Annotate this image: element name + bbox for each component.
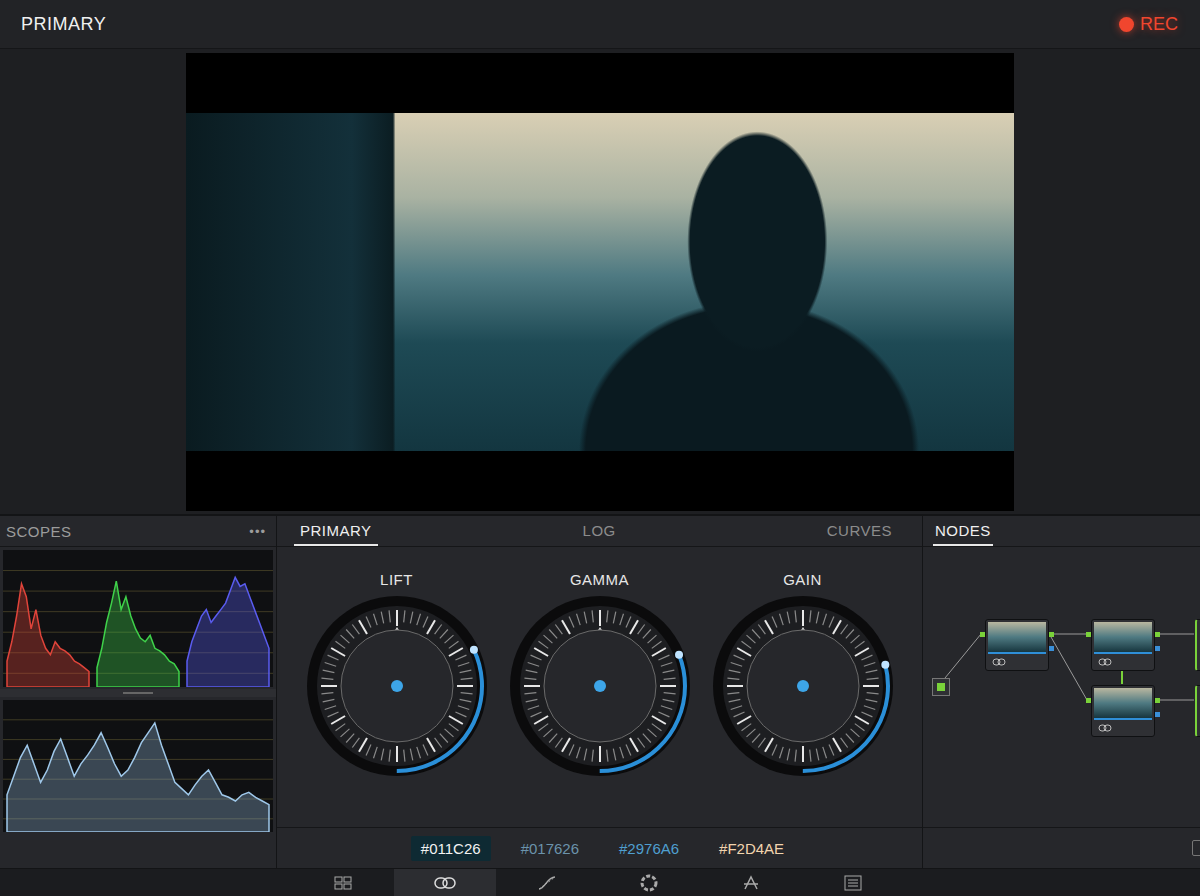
wheel-dial[interactable]	[711, 594, 895, 778]
color-swatch[interactable]: #017626	[511, 836, 589, 861]
parade-series	[7, 584, 89, 687]
clips-icon	[333, 875, 353, 891]
viewer	[0, 49, 1200, 514]
scopes-header: SCOPES •••	[0, 516, 276, 547]
tab[interactable]: CURVES	[821, 516, 898, 546]
control-panel: SCOPES ••• PRIMARY LOG CURVES LIFT GAMMA GAIN #0…	[0, 514, 1200, 868]
link-icon	[1098, 658, 1112, 666]
scopes-panel: SCOPES •••	[0, 516, 276, 868]
curves-icon	[537, 875, 557, 891]
color-wheel: GAIN	[711, 571, 895, 778]
node-input-pin	[980, 632, 985, 637]
node-footer	[1094, 718, 1152, 736]
link-icon	[992, 658, 1006, 666]
node-thumbnail	[1094, 622, 1152, 652]
tool-button[interactable]	[394, 869, 496, 896]
tool-button[interactable]	[496, 869, 598, 896]
parade-chart	[3, 550, 273, 687]
wheel-label: LIFT	[380, 571, 413, 588]
node-input-pin	[1086, 698, 1091, 703]
video-image	[186, 113, 1014, 451]
tool-bar	[0, 868, 1200, 896]
node-graph	[923, 547, 1200, 827]
color-wheel: GAMMA	[508, 571, 692, 778]
wheel-dial[interactable]	[508, 594, 692, 778]
node-output-pin	[1155, 632, 1160, 637]
record-button[interactable]: REC	[1119, 14, 1178, 35]
link-icon	[1098, 724, 1112, 732]
color-swatch[interactable]: #011C26	[411, 836, 491, 861]
tracker-icon	[742, 874, 760, 892]
tool-button[interactable]	[802, 869, 904, 896]
waveform-series	[7, 723, 269, 832]
scope-divider[interactable]	[0, 689, 276, 697]
nodes-tab[interactable]: NODES	[933, 517, 993, 546]
wheel-level-arc	[508, 594, 692, 778]
wheel-label: GAMMA	[570, 571, 629, 588]
grade-node[interactable]	[1195, 619, 1200, 671]
checkbox-icon[interactable]	[1192, 840, 1200, 856]
wheel-label: GAIN	[783, 571, 822, 588]
nodes-header: NODES	[923, 516, 1200, 547]
node-output-pin	[1049, 632, 1054, 637]
record-label: REC	[1140, 14, 1178, 35]
grade-node[interactable]	[1195, 685, 1200, 737]
list-icon	[844, 875, 862, 891]
tool-button[interactable]	[292, 869, 394, 896]
parade-series	[187, 577, 269, 687]
scopes-title: SCOPES	[6, 523, 72, 540]
nodes-footer	[923, 827, 1200, 868]
node-input-pin	[1086, 632, 1091, 637]
node-footer	[988, 652, 1046, 670]
color-wheel-icon	[640, 874, 658, 892]
tool-button[interactable]	[598, 869, 700, 896]
tab-bar: PRIMARY LOG CURVES	[277, 516, 922, 547]
nodes-panel: NODES	[923, 516, 1200, 868]
top-bar: PRIMARY REC	[0, 0, 1200, 49]
node-footer	[1094, 652, 1152, 670]
wheel-level-arc	[305, 594, 489, 778]
tool-button[interactable]	[700, 869, 802, 896]
parade-series	[97, 581, 179, 687]
wheel-level-arc	[711, 594, 895, 778]
color-grading-app: PRIMARY REC SCOPES ••• PRIMARY LOG CURVES LIFT G…	[0, 0, 1200, 896]
input-node[interactable]	[932, 678, 950, 696]
wheels: LIFT GAMMA GAIN	[277, 547, 922, 827]
grade-node[interactable]	[1091, 685, 1155, 737]
page-title: PRIMARY	[21, 14, 106, 35]
scopes-menu[interactable]: •••	[249, 524, 266, 539]
node-wires	[923, 547, 1200, 827]
node-thumbnail	[988, 622, 1046, 652]
tab[interactable]: PRIMARY	[294, 516, 378, 546]
wheel-dial[interactable]	[305, 594, 489, 778]
node-output-pin	[1155, 698, 1160, 703]
primary-panel: PRIMARY LOG CURVES LIFT GAMMA GAIN #011C26 #017…	[277, 516, 922, 868]
color-wheel: LIFT	[305, 571, 489, 778]
color-swatch[interactable]: #2976A6	[609, 836, 689, 861]
record-dot-icon	[1119, 17, 1134, 32]
video-frame	[186, 53, 1014, 511]
link-icon	[434, 876, 456, 890]
color-swatch[interactable]: #F2D4AE	[709, 836, 794, 861]
swatch-row: #011C26 #017626 #2976A6 #F2D4AE	[277, 827, 922, 868]
waveform-chart	[3, 700, 273, 832]
node-thumbnail	[1094, 688, 1152, 718]
grade-node[interactable]	[1091, 619, 1155, 671]
grade-node[interactable]	[985, 619, 1049, 671]
tab[interactable]: LOG	[577, 516, 622, 546]
